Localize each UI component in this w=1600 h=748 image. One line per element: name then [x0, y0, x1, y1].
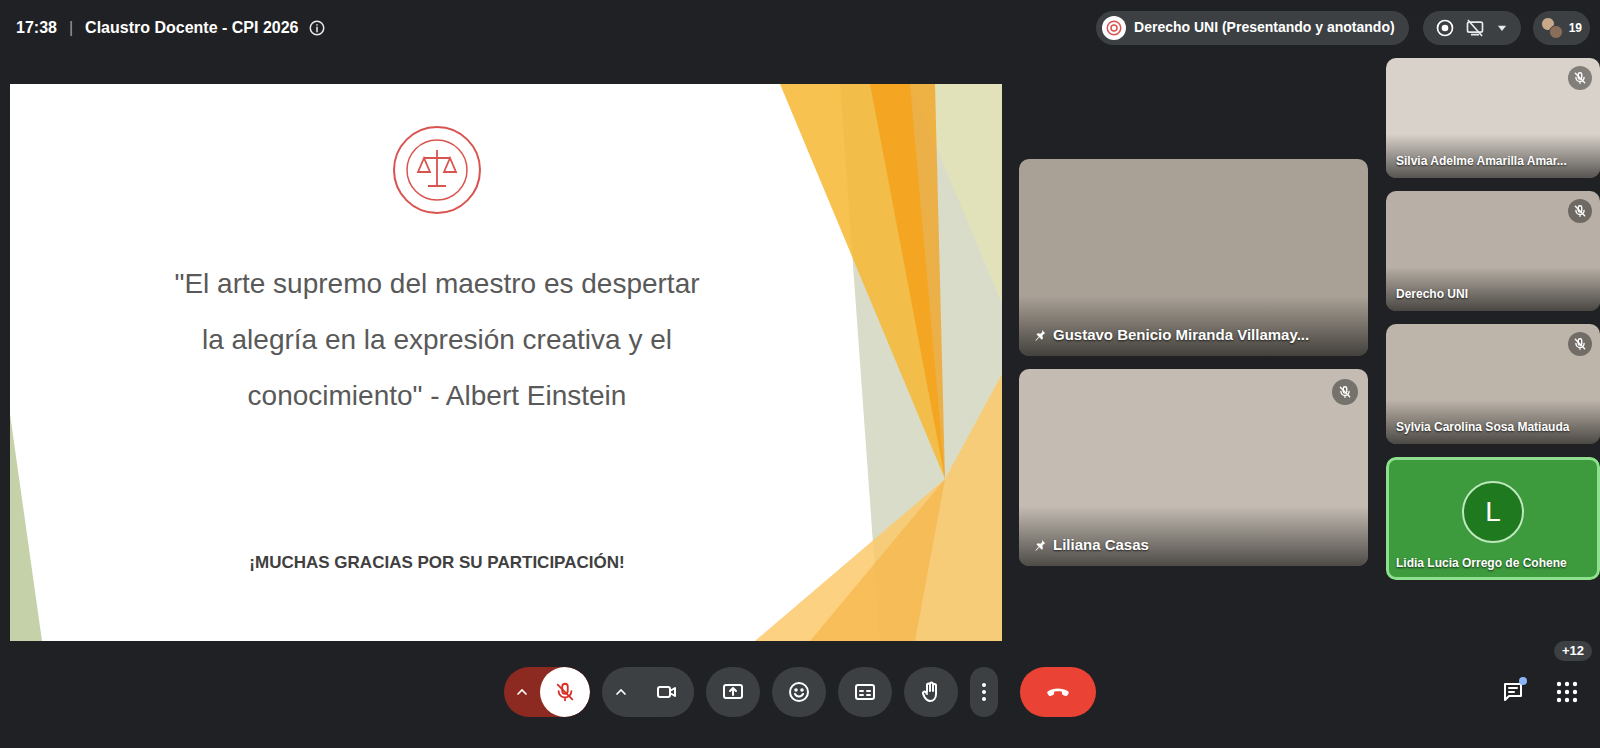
apps-grid-icon [1556, 681, 1578, 703]
participant-tile[interactable]: Gustavo Benicio Miranda Villamay... [1019, 159, 1368, 356]
recording-pill[interactable] [1423, 11, 1521, 45]
hang-up-icon [1044, 678, 1072, 706]
mute-indicator [1568, 66, 1592, 90]
present-button[interactable] [706, 667, 760, 717]
mic-off-icon [1573, 204, 1587, 218]
quote-line: "El arte supremo del maestro es desperta… [174, 256, 699, 312]
quote-line: la alegría en la expresión creativa y el [202, 312, 672, 368]
captions-icon [853, 680, 877, 704]
caret-up-icon [514, 684, 530, 700]
participant-name: Silvia Adelme Amarilla Amar... [1396, 152, 1567, 170]
avatar-initial: L [1485, 491, 1501, 533]
more-participants-badge[interactable]: +12 [1554, 641, 1592, 661]
more-vert-icon [981, 682, 987, 702]
participant-tile[interactable]: L Lidia Lucia Orrego de Cohene [1386, 457, 1600, 580]
captions-button[interactable] [838, 667, 892, 717]
presenter-chip[interactable]: Derecho UNI (Presentando y anotando) [1096, 11, 1409, 45]
presenter-avatar-icon [1102, 16, 1126, 40]
mic-off-icon [1573, 337, 1587, 351]
clock: 17:38 [16, 16, 57, 40]
present-screen-icon [721, 680, 745, 704]
avatar-circle: L [1462, 481, 1524, 543]
camera-options-button[interactable] [602, 667, 640, 717]
mic-off-icon [1338, 385, 1352, 399]
info-icon[interactable] [308, 19, 326, 37]
leave-call-button[interactable] [1020, 667, 1096, 717]
presenter-label: Derecho UNI (Presentando y anotando) [1134, 17, 1395, 38]
presentation-slide: "El arte supremo del maestro es desperta… [10, 84, 1002, 641]
top-bar: 17:38 | Claustro Docente - CPI 2026 Dere… [0, 0, 1600, 55]
participant-count: 19 [1569, 19, 1582, 37]
camera-button[interactable] [640, 667, 694, 717]
meeting-title: Claustro Docente - CPI 2026 [85, 16, 298, 40]
pin-indicator [1033, 328, 1047, 342]
thanks-text: ¡MUCHAS GRACIAS POR SU PARTICIPACIÓN! [249, 551, 624, 575]
mute-indicator [1332, 379, 1358, 405]
participant-tile[interactable]: Liliana Casas [1019, 369, 1368, 566]
caret-down-icon [1495, 21, 1509, 35]
participant-name: Sylvia Carolina Sosa Matiauda [1396, 418, 1569, 436]
mic-off-icon [554, 681, 576, 703]
mute-indicator [1332, 169, 1358, 195]
mic-options-button[interactable] [504, 667, 540, 717]
mute-indicator [1568, 465, 1592, 489]
separator: | [69, 16, 73, 40]
record-icon [1435, 18, 1455, 38]
camera-group [602, 667, 694, 717]
participant-tile[interactable]: Sylvia Carolina Sosa Matiauda [1386, 324, 1600, 444]
more-options-button[interactable] [970, 667, 998, 717]
participant-avatars-icon [1541, 17, 1563, 39]
camera-icon [655, 680, 679, 704]
unread-dot [1519, 677, 1527, 685]
mic-button[interactable] [540, 667, 590, 717]
pin-indicator [1033, 538, 1047, 552]
quote-line: conocimiento" - Albert Einstein [248, 368, 627, 424]
participant-name: Lidia Lucia Orrego de Cohene [1396, 554, 1567, 572]
participant-name: Derecho UNI [1396, 285, 1468, 303]
pin-icon [1033, 538, 1047, 552]
apps-button[interactable] [1554, 679, 1580, 705]
mic-off-icon [1573, 71, 1587, 85]
pin-icon [1033, 328, 1047, 342]
participants-button[interactable]: 19 [1533, 11, 1590, 45]
hand-icon [919, 680, 943, 704]
participant-tile[interactable]: Derecho UNI [1386, 191, 1600, 311]
caret-up-icon [613, 684, 629, 700]
faculty-logo-icon [392, 125, 482, 215]
screen-off-icon [1465, 18, 1485, 38]
mute-indicator [1568, 332, 1592, 356]
reactions-button[interactable] [772, 667, 826, 717]
mic-group [504, 667, 590, 717]
participant-tile[interactable]: Silvia Adelme Amarilla Amar... [1386, 58, 1600, 178]
raise-hand-button[interactable] [904, 667, 958, 717]
mute-indicator [1568, 199, 1592, 223]
chat-button[interactable] [1500, 679, 1526, 705]
participant-name: Liliana Casas [1053, 534, 1149, 557]
participant-name: Gustavo Benicio Miranda Villamay... [1053, 324, 1309, 347]
emoji-icon [787, 680, 811, 704]
